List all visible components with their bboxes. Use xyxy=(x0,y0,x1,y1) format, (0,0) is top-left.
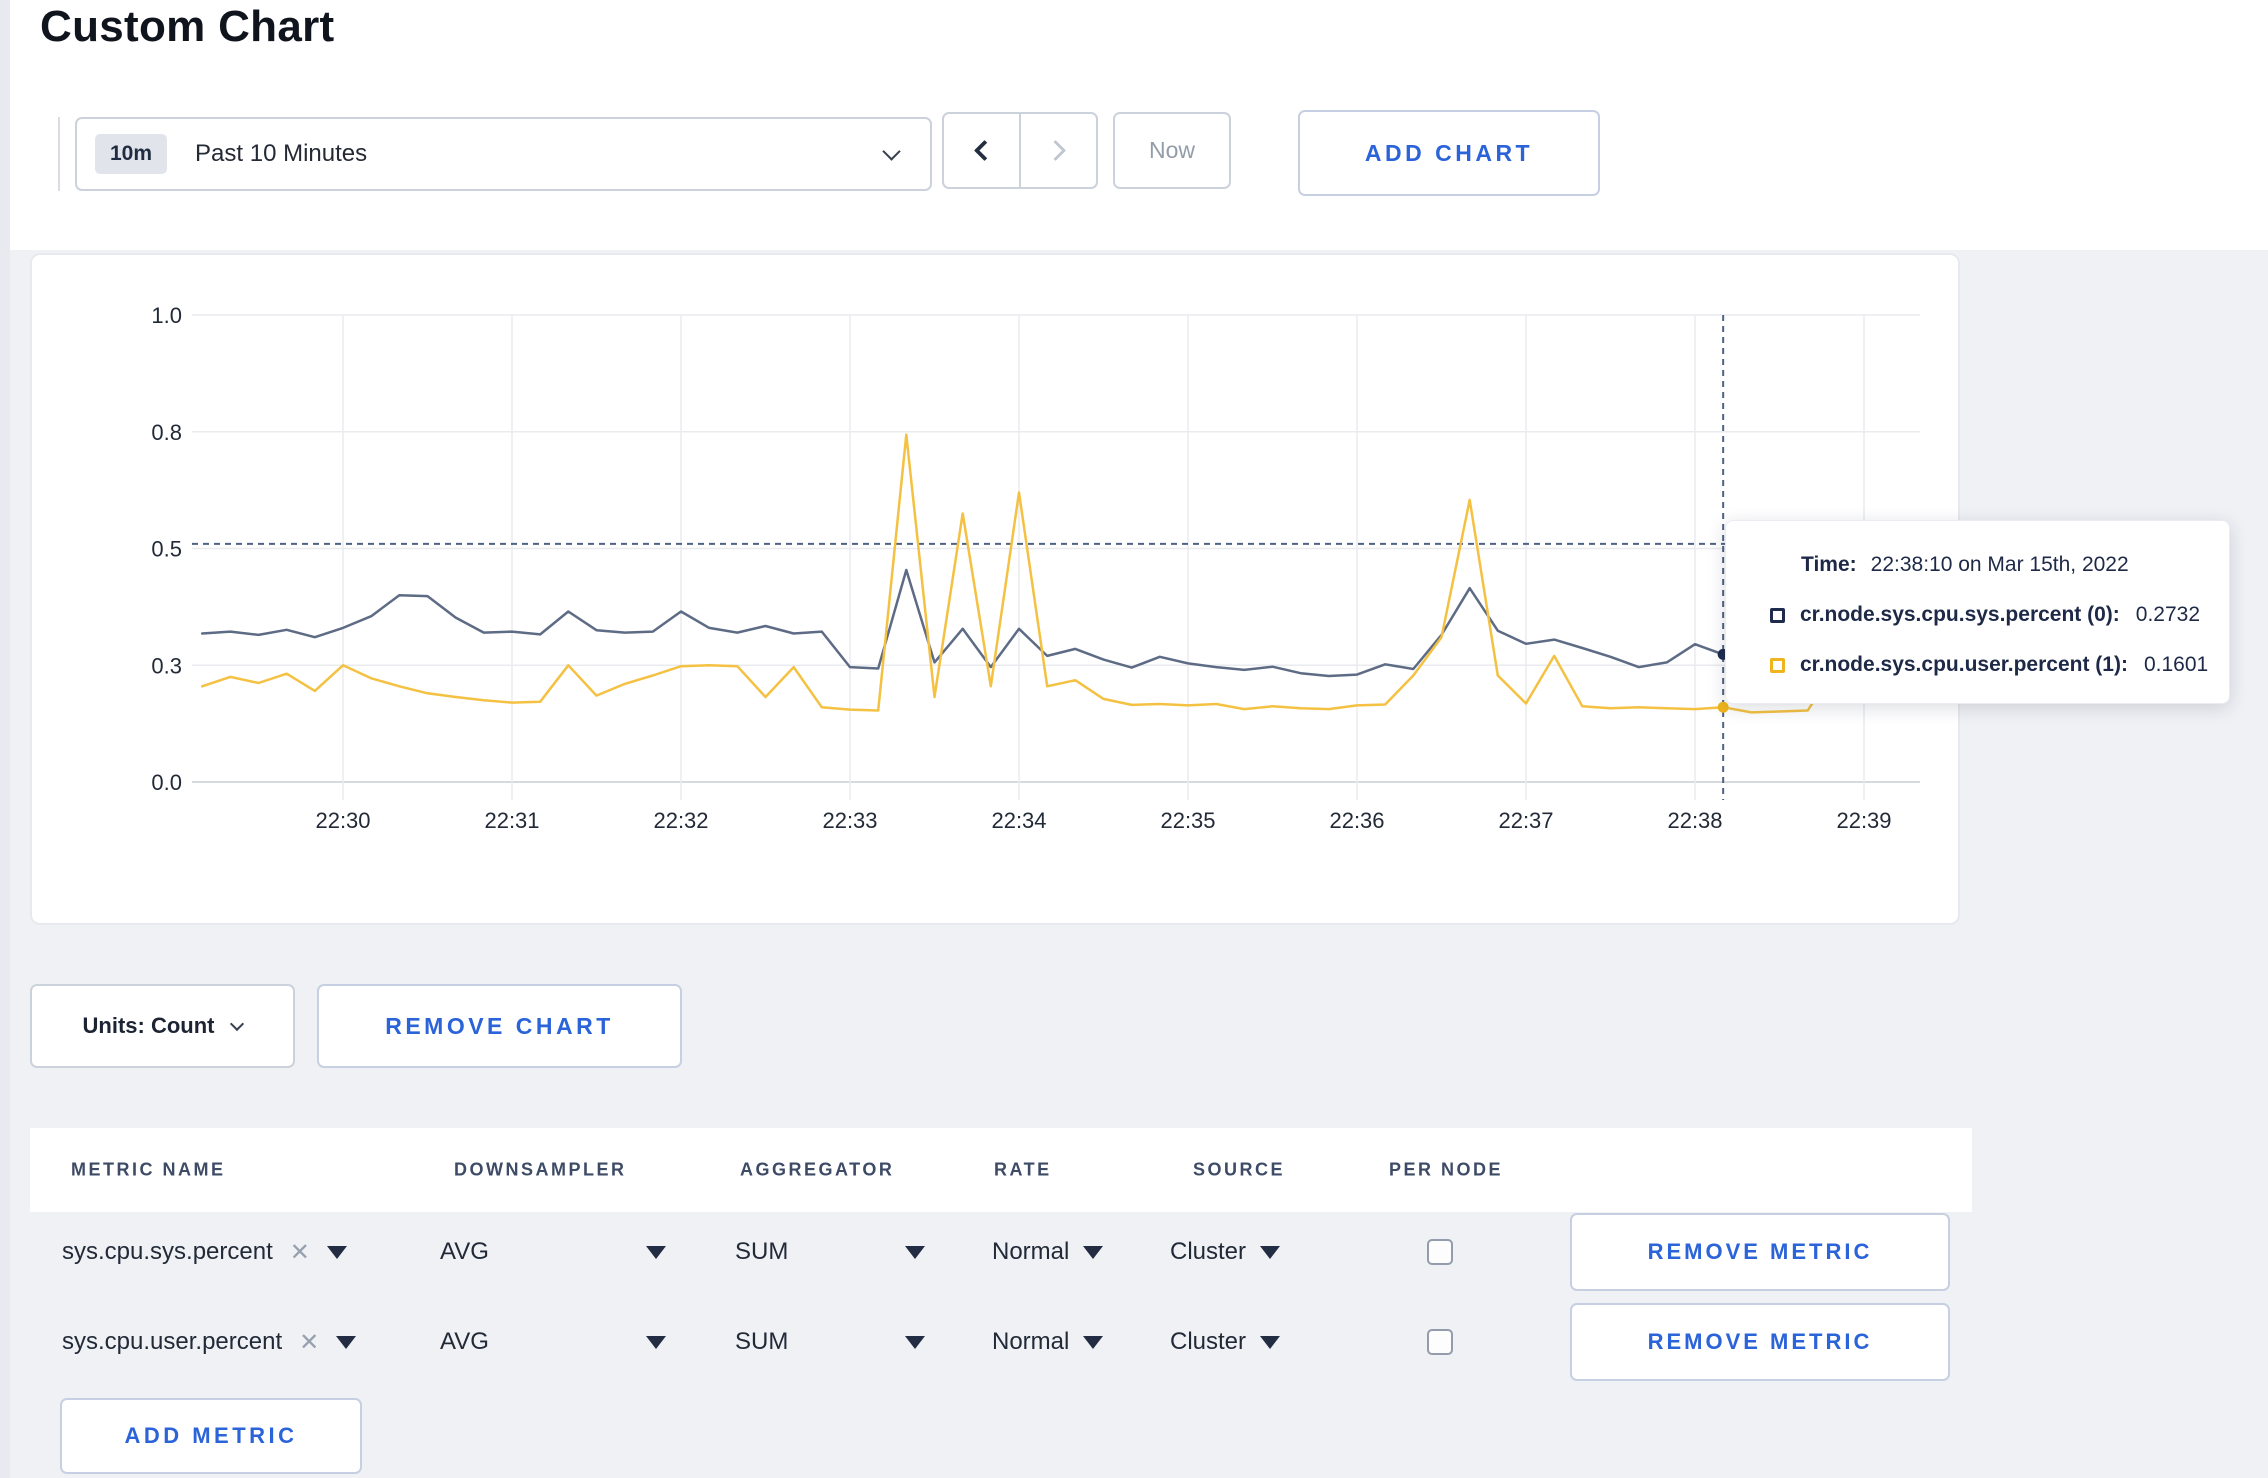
caret-down-icon xyxy=(1260,1335,1281,1349)
time-prev-button[interactable] xyxy=(944,114,1019,187)
aggregator-select[interactable]: SUM xyxy=(735,1302,925,1382)
source-value: Cluster xyxy=(1170,1238,1247,1265)
tooltip-series-value: 0.1601 xyxy=(2143,653,2209,676)
time-range-select[interactable]: 10m Past 10 Minutes xyxy=(75,117,932,191)
time-range-badge: 10m xyxy=(95,134,168,174)
source-select[interactable]: Cluster xyxy=(1170,1302,1281,1382)
x-axis-tick-label: 22:32 xyxy=(653,808,708,833)
time-pager xyxy=(942,112,1098,189)
metrics-table-header: METRIC NAME DOWNSAMPLER AGGREGATOR RATE SOUR… xyxy=(30,1128,1972,1212)
per-node-checkbox[interactable] xyxy=(1427,1329,1453,1355)
x-axis-tick-label: 22:38 xyxy=(1667,808,1722,833)
downsampler-value: AVG xyxy=(440,1238,489,1265)
x-axis-tick-label: 22:35 xyxy=(1160,808,1215,833)
timescale-divider xyxy=(58,117,60,191)
tooltip-time-value: 22:38:10 on Mar 15th, 2022 xyxy=(1870,553,2129,576)
caret-down-icon xyxy=(1083,1335,1104,1349)
rate-value: Normal xyxy=(992,1328,1070,1355)
x-axis-tick-label: 22:31 xyxy=(484,808,539,833)
chevron-left-icon xyxy=(973,139,996,162)
now-button[interactable]: Now xyxy=(1113,112,1231,189)
x-axis-tick-label: 22:36 xyxy=(1329,808,1384,833)
source-select[interactable]: Cluster xyxy=(1170,1212,1281,1292)
tooltip-series-name: cr.node.sys.cpu.user.percent (1): xyxy=(1800,653,2128,676)
tooltip-series-name: cr.node.sys.cpu.sys.percent (0): xyxy=(1800,603,2120,626)
y-axis-tick-label: 1.0 xyxy=(151,303,182,328)
chart-card: 0.0 0.3 0.5 0.8 1.0 22:30 22:31 22:32 22:33 22:34… xyxy=(30,253,1960,925)
column-header-rate: RATE xyxy=(994,1159,1052,1180)
column-header-per-node: PER NODE xyxy=(1389,1159,1504,1180)
chart-plot[interactable]: 0.0 0.3 0.5 0.8 1.0 22:30 22:31 22:32 22:33 22:34… xyxy=(32,255,1958,923)
downsampler-select[interactable]: AVG xyxy=(440,1302,666,1382)
column-header-metric-name: METRIC NAME xyxy=(71,1159,226,1180)
y-axis-tick-label: 0.8 xyxy=(151,420,182,445)
tooltip-series-row: cr.node.sys.cpu.sys.percent (0): 0.2732 xyxy=(1770,603,2229,627)
x-axis-tick-label: 22:39 xyxy=(1836,808,1891,833)
caret-down-icon xyxy=(646,1335,666,1349)
rate-select[interactable]: Normal xyxy=(992,1302,1104,1382)
per-node-checkbox[interactable] xyxy=(1427,1239,1453,1265)
y-axis-tick-label: 0.3 xyxy=(151,653,182,678)
series-line-0 xyxy=(200,568,1922,678)
hover-dot-1 xyxy=(1717,701,1729,713)
series-sys-swatch-icon xyxy=(1770,607,1785,623)
series-line-1 xyxy=(200,433,1922,714)
metric-name-select[interactable]: sys.cpu.sys.percent ✕ xyxy=(62,1212,347,1292)
caret-down-icon xyxy=(646,1245,666,1259)
add-chart-button[interactable]: ADD CHART xyxy=(1298,110,1600,196)
y-axis-tick-label: 0.0 xyxy=(151,770,182,795)
x-axis-tick-label: 22:34 xyxy=(991,808,1046,833)
chevron-down-icon xyxy=(230,1016,245,1031)
x-axis-tick-label: 22:37 xyxy=(1498,808,1553,833)
y-axis-tick-label: 0.5 xyxy=(151,537,182,562)
metric-row: sys.cpu.sys.percent ✕ AVG SUM Normal Cluster R… xyxy=(30,1212,1972,1292)
metric-name-select[interactable]: sys.cpu.user.percent ✕ xyxy=(62,1302,357,1382)
column-header-aggregator: AGGREGATOR xyxy=(740,1159,895,1180)
aggregator-value: SUM xyxy=(735,1238,789,1265)
metric-name-value: sys.cpu.sys.percent xyxy=(62,1238,273,1265)
caret-down-icon xyxy=(1083,1245,1104,1259)
units-select[interactable]: Units: Count xyxy=(30,984,295,1068)
tooltip-series-value: 0.2732 xyxy=(2135,603,2201,626)
tooltip-time-label: Time: xyxy=(1801,553,1857,576)
chart-tooltip: Time: 22:38:10 on Mar 15th, 2022 cr.node… xyxy=(1725,520,2230,704)
rate-value: Normal xyxy=(992,1238,1070,1265)
remove-chart-button[interactable]: REMOVE CHART xyxy=(317,984,682,1068)
chevron-right-icon xyxy=(1044,139,1067,162)
tooltip-time-row: Time: 22:38:10 on Mar 15th, 2022 xyxy=(1801,553,2229,577)
clear-metric-icon[interactable]: ✕ xyxy=(290,1238,310,1267)
aggregator-select[interactable]: SUM xyxy=(735,1212,925,1292)
downsampler-select[interactable]: AVG xyxy=(440,1212,666,1292)
time-range-label: Past 10 Minutes xyxy=(195,140,368,167)
chevron-down-icon xyxy=(882,141,901,161)
remove-metric-button[interactable]: REMOVE METRIC xyxy=(1570,1303,1950,1381)
time-next-button[interactable] xyxy=(1019,114,1096,187)
metric-name-value: sys.cpu.user.percent xyxy=(62,1328,283,1355)
downsampler-value: AVG xyxy=(440,1328,489,1355)
caret-down-icon xyxy=(905,1245,925,1259)
tooltip-series-row: cr.node.sys.cpu.user.percent (1): 0.1601 xyxy=(1770,653,2229,677)
x-axis-tick-label: 22:30 xyxy=(315,808,370,833)
caret-down-icon xyxy=(905,1335,925,1349)
caret-down-icon xyxy=(336,1335,357,1349)
units-label: Units: Count xyxy=(82,1013,215,1038)
column-header-source: SOURCE xyxy=(1193,1159,1286,1180)
caret-down-icon xyxy=(326,1245,347,1259)
caret-down-icon xyxy=(1260,1245,1281,1259)
column-header-downsampler: DOWNSAMPLER xyxy=(454,1159,627,1180)
page-edge-strip xyxy=(0,0,10,1478)
rate-select[interactable]: Normal xyxy=(992,1212,1104,1292)
clear-metric-icon[interactable]: ✕ xyxy=(299,1328,319,1357)
add-metric-button[interactable]: ADD METRIC xyxy=(60,1398,362,1474)
x-axis-tick-label: 22:33 xyxy=(822,808,877,833)
series-user-swatch-icon xyxy=(1770,657,1785,673)
remove-metric-button[interactable]: REMOVE METRIC xyxy=(1570,1213,1950,1291)
metrics-table-rows: sys.cpu.sys.percent ✕ AVG SUM Normal Cluster R… xyxy=(30,1212,1972,1392)
aggregator-value: SUM xyxy=(735,1328,789,1355)
metric-row: sys.cpu.user.percent ✕ AVG SUM Normal Cluster… xyxy=(30,1302,1972,1382)
source-value: Cluster xyxy=(1170,1328,1247,1355)
page-title: Custom Chart xyxy=(40,2,335,51)
